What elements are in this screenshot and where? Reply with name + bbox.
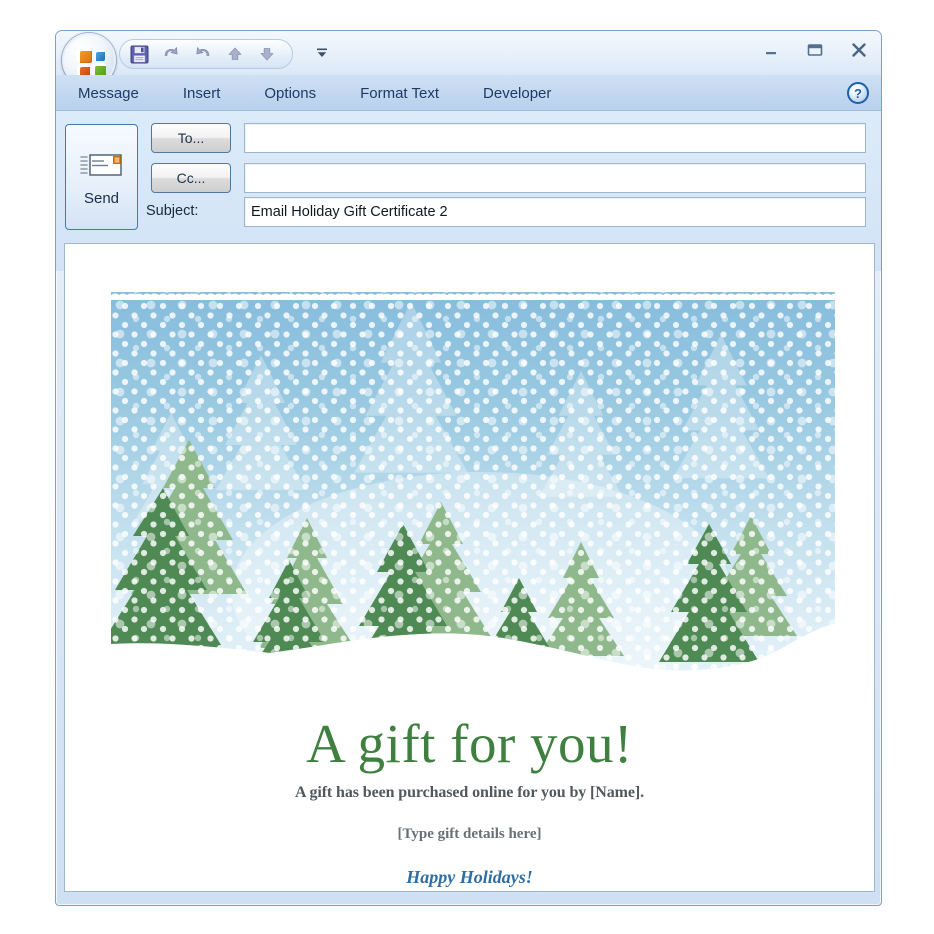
- send-envelope-icon: [79, 148, 124, 185]
- gift-headline: A gift for you!: [306, 713, 633, 774]
- winter-scene-image: [111, 292, 835, 704]
- previous-item-icon[interactable]: [224, 43, 246, 65]
- next-item-icon[interactable]: [256, 43, 278, 65]
- send-button-label: Send: [83, 189, 120, 207]
- tab-insert[interactable]: Insert: [161, 76, 243, 110]
- cc-button[interactable]: Cc...: [151, 163, 231, 193]
- undo-icon[interactable]: [160, 43, 182, 65]
- outlook-compose-window: Message Insert Options Format Text Devel…: [55, 30, 882, 906]
- tab-message[interactable]: Message: [56, 76, 161, 110]
- gift-details-placeholder[interactable]: [Type gift details here]: [65, 826, 874, 843]
- cc-input[interactable]: [244, 163, 866, 193]
- restore-button[interactable]: [801, 39, 829, 61]
- subject-label: Subject:: [146, 203, 199, 219]
- close-button[interactable]: [845, 39, 873, 61]
- quick-access-toolbar: [119, 39, 293, 69]
- quick-access-dropdown-icon[interactable]: [314, 45, 330, 61]
- subject-input[interactable]: Email Holiday Gift Certificate 2: [244, 197, 866, 227]
- save-icon[interactable]: [128, 43, 150, 65]
- tab-format-text[interactable]: Format Text: [338, 76, 461, 110]
- window-controls: [757, 39, 873, 61]
- to-input[interactable]: [244, 123, 866, 153]
- redo-icon[interactable]: [192, 43, 214, 65]
- help-icon[interactable]: ?: [847, 82, 869, 104]
- minimize-button[interactable]: [757, 39, 785, 61]
- ribbon-tab-bar: Message Insert Options Format Text Devel…: [56, 75, 881, 111]
- to-button[interactable]: To...: [151, 123, 231, 153]
- message-body-panel[interactable]: A gift for you! A gift has been purchase…: [64, 243, 875, 892]
- tab-options[interactable]: Options: [242, 76, 338, 110]
- gift-subline: A gift has been purchased online for you…: [294, 784, 644, 801]
- send-button[interactable]: Send: [65, 124, 138, 230]
- title-bar: [56, 31, 881, 87]
- gift-closing: Happy Holidays!: [406, 867, 533, 887]
- tab-developer[interactable]: Developer: [461, 76, 573, 110]
- office-logo-square-orange: [77, 48, 92, 63]
- office-logo-square-blue: [94, 50, 105, 61]
